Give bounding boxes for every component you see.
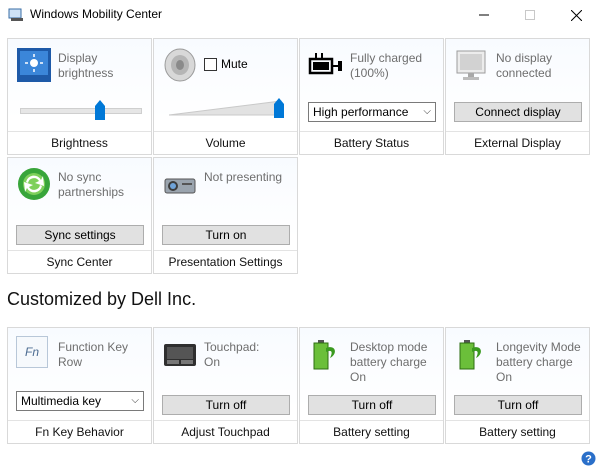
power-plan-select[interactable]: High performance ⌵: [308, 102, 436, 122]
mute-checkbox-row[interactable]: Mute: [204, 57, 248, 71]
touchpad-status-value: On: [204, 355, 221, 369]
chevron-down-icon: ⌵: [423, 106, 431, 117]
desktop-mode-status-label: Desktop mode battery charge: [350, 340, 428, 369]
external-display-tile: No display connected Connect display Ext…: [445, 38, 590, 155]
external-display-status: No display connected: [496, 51, 553, 80]
external-display-footer: External Display: [446, 131, 589, 154]
green-battery-icon: [313, 340, 335, 370]
turn-on-presentation-button[interactable]: Turn on: [162, 225, 290, 245]
projector-icon: [164, 178, 196, 194]
touchpad-status-label: Touchpad:: [204, 340, 260, 354]
display-brightness-icon: [17, 48, 51, 82]
fn-key-footer: Fn Key Behavior: [8, 420, 151, 443]
presentation-footer: Presentation Settings: [154, 250, 297, 273]
battery-tile: Fully charged (100%) High performance ⌵ …: [299, 38, 444, 155]
external-monitor-icon: [456, 50, 486, 80]
longevity-status: Longevity Mode battery charge On: [496, 340, 586, 385]
volume-footer: Volume: [154, 131, 297, 154]
sync-icon: [18, 168, 50, 200]
mute-checkbox[interactable]: [204, 57, 217, 71]
brightness-tile: Display brightness Brightness: [7, 38, 152, 155]
desktop-mode-status-value: On: [350, 370, 367, 384]
volume-slider-ramp: [169, 100, 282, 116]
speaker-icon: [164, 48, 196, 82]
brightness-status: Display brightness: [58, 51, 114, 80]
mute-label: Mute: [221, 57, 248, 71]
longevity-mode-tile: Longevity Mode battery charge On Turn of…: [445, 327, 590, 444]
section-title: Customized by Dell Inc.: [7, 289, 197, 309]
close-icon: [570, 9, 582, 21]
desktop-mode-battery-tile: Desktop mode battery charge On Turn off …: [299, 327, 444, 444]
sync-settings-button[interactable]: Sync settings: [16, 225, 144, 245]
power-plan-value: High performance: [313, 105, 409, 119]
close-button[interactable]: [553, 0, 599, 30]
volume-tile: Mute Volume: [153, 38, 298, 155]
help-icon[interactable]: ?: [581, 451, 596, 466]
brightness-slider-thumb[interactable]: [95, 100, 105, 120]
minimize-button[interactable]: [461, 0, 507, 30]
mobility-center-icon: [8, 8, 23, 21]
chevron-down-icon: ⌵: [131, 395, 139, 406]
fn-key-icon-text: Fn: [24, 345, 39, 359]
sync-status: No sync partnerships: [58, 170, 125, 199]
title-bar: Windows Mobility Center: [0, 0, 599, 30]
volume-slider[interactable]: [169, 95, 289, 119]
touchpad-footer: Adjust Touchpad: [154, 420, 297, 443]
desktop-mode-turn-off-button[interactable]: Turn off: [308, 395, 436, 415]
touchpad-status: Touchpad: On: [204, 340, 294, 370]
battery-status: Fully charged (100%): [350, 51, 423, 80]
brightness-slider[interactable]: [20, 99, 142, 121]
connect-display-button[interactable]: Connect display: [454, 102, 582, 122]
window-title: Windows Mobility Center: [30, 7, 163, 21]
longevity-turn-off-button[interactable]: Turn off: [454, 395, 582, 415]
fn-key-value: Multimedia key: [21, 394, 102, 408]
battery-footer: Battery Status: [300, 131, 443, 154]
minimize-icon: [479, 14, 489, 16]
sync-center-tile: No sync partnerships Sync settings Sync …: [7, 157, 152, 274]
desktop-mode-status: Desktop mode battery charge On: [350, 340, 440, 385]
touchpad-icon: [164, 344, 196, 366]
fn-key-select[interactable]: Multimedia key ⌵: [16, 391, 144, 411]
battery-plug-icon: [308, 53, 342, 75]
touchpad-tile: Touchpad: On Turn off Adjust Touchpad: [153, 327, 298, 444]
green-battery-icon: [459, 340, 481, 370]
brightness-footer: Brightness: [8, 131, 151, 154]
presentation-status: Not presenting: [204, 170, 283, 184]
longevity-status-value: On: [496, 370, 513, 384]
fn-key-tile: Fn Function Key Row Multimedia key ⌵ Fn …: [7, 327, 152, 444]
fn-key-icon: Fn: [16, 336, 48, 368]
desktop-mode-footer: Battery setting: [300, 420, 443, 443]
sync-center-footer: Sync Center: [8, 250, 151, 273]
presentation-tile: Not presenting Turn on Presentation Sett…: [153, 157, 298, 274]
longevity-footer: Battery setting: [446, 420, 589, 443]
touchpad-turn-off-button[interactable]: Turn off: [162, 395, 290, 415]
fn-key-status: Function Key Row: [58, 340, 129, 369]
help-icon-glyph: ?: [585, 453, 592, 465]
brightness-slider-track: [20, 108, 142, 114]
maximize-button[interactable]: [507, 0, 553, 30]
longevity-status-label: Longevity Mode battery charge: [496, 340, 581, 369]
maximize-icon: [525, 10, 535, 20]
